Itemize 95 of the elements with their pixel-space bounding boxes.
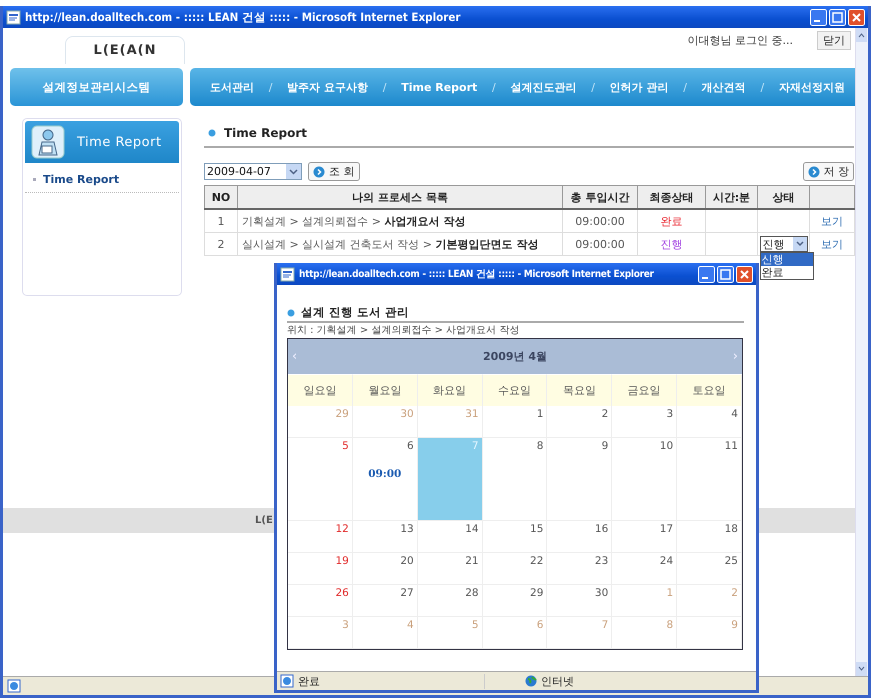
- calendar-day[interactable]: 29: [482, 585, 548, 617]
- table-cell: 1: [204, 209, 238, 232]
- bullet-icon: [208, 129, 216, 137]
- close-icon[interactable]: [736, 266, 753, 282]
- weekday-header: 수요일: [482, 374, 548, 406]
- dropdown-option[interactable]: 신행: [760, 253, 812, 266]
- calendar-day[interactable]: 18: [677, 521, 742, 553]
- page-icon: [6, 10, 21, 24]
- calendar-day[interactable]: 8: [482, 438, 548, 521]
- table-cell: 기획설계 > 설계의뢰접수 > 사업개요서 작성: [242, 214, 466, 228]
- calendar-day[interactable]: 28: [418, 585, 483, 617]
- menu-separator: /: [760, 80, 764, 94]
- calendar-day[interactable]: 20: [352, 553, 418, 585]
- column-header: NO: [204, 186, 238, 209]
- section-title: Time Report: [224, 126, 307, 140]
- weekday-header: 토요일: [677, 374, 742, 406]
- calendar-day[interactable]: 1: [482, 406, 548, 438]
- status-text: 완료: [660, 214, 682, 228]
- calendar-day[interactable]: 4: [677, 406, 742, 438]
- minimize-icon[interactable]: [698, 266, 715, 282]
- bullet-icon: [287, 308, 295, 316]
- event-time: 09:00: [368, 468, 402, 480]
- page-icon: [280, 266, 295, 282]
- calendar-day[interactable]: 5: [288, 438, 353, 521]
- maximize-icon[interactable]: [717, 266, 734, 282]
- system-title: 설계정보관리시스템: [10, 68, 183, 106]
- column-header: 최종상태: [638, 186, 706, 209]
- globe-icon: [525, 675, 537, 687]
- calendar-day[interactable]: 12: [288, 521, 353, 553]
- weekday-header: 월요일: [352, 374, 418, 406]
- calendar-day[interactable]: 16: [547, 521, 612, 553]
- calendar-day[interactable]: 14: [418, 521, 483, 553]
- calendar-day[interactable]: 2: [547, 406, 612, 438]
- weekday-header: 화요일: [418, 374, 483, 406]
- sidebar-title: Time Report: [77, 134, 162, 150]
- column-header: 상태: [758, 186, 810, 209]
- breadcrumb: 위치 : 기획설계 > 설계의뢰접수 > 사업개요서 작성: [287, 321, 744, 337]
- calendar-day[interactable]: 13: [352, 521, 418, 553]
- calendar-day[interactable]: 23: [547, 553, 612, 585]
- table-cell: 09:00:00: [562, 209, 638, 232]
- dropdown-icon: [792, 237, 806, 251]
- logo: L(E(A(N: [65, 36, 185, 64]
- menu-separator: /: [382, 80, 386, 94]
- weekday-header: 목요일: [547, 374, 612, 406]
- scroll-up-icon[interactable]: [856, 28, 867, 42]
- date-select[interactable]: 2009-04-07: [204, 163, 302, 180]
- calendar-day[interactable]: 21: [418, 553, 483, 585]
- window-title: http://lean.doalltech.com - ::::: LEAN 건설 ::::: - Microsoft Internet Explorer: [25, 10, 462, 24]
- section-title: 설계 진행 도서 관리: [301, 305, 410, 320]
- page-icon: [7, 679, 21, 693]
- zone-text: 인터넷: [541, 674, 574, 688]
- status-text: 진행: [660, 238, 682, 250]
- close-button[interactable]: 닫기: [817, 31, 851, 50]
- footer-logo: L(E: [255, 515, 273, 526]
- login-status: 이대형님 로그인 중...: [688, 33, 793, 48]
- minimize-icon[interactable]: [810, 8, 827, 26]
- calendar-day[interactable]: 25: [677, 553, 742, 585]
- weekday-header: 일요일: [288, 374, 353, 406]
- table-cell: 실시설계 > 실시설계 건축도서 작성 > 기본평입단면도 작성: [242, 238, 538, 250]
- scroll-down-icon[interactable]: [856, 662, 867, 676]
- dropdown-icon: [286, 164, 301, 179]
- column-header: 총 투입시간: [562, 186, 638, 209]
- table-cell: 09:00:00: [562, 232, 638, 256]
- status-select[interactable]: 진행: [760, 236, 808, 252]
- status-text: 완료: [298, 674, 320, 688]
- menu-separator: /: [268, 80, 272, 94]
- calendar-day[interactable]: 30: [547, 585, 612, 617]
- dropdown-option[interactable]: 완료: [760, 266, 812, 279]
- column-header: 나의 프로세스 목록: [238, 186, 562, 209]
- save-button[interactable]: 저 장: [802, 162, 854, 181]
- calendar-day[interactable]: 15: [482, 521, 548, 553]
- person-icon: [31, 125, 65, 159]
- close-icon[interactable]: [848, 8, 865, 26]
- calendar-day[interactable]: 26: [288, 585, 353, 617]
- calendar-day[interactable]: 3: [612, 406, 678, 438]
- window-title: http://lean.doalltech.com - ::::: LEAN 건설 ::::: - Microsoft Internet Explorer: [299, 268, 655, 281]
- menu-separator: /: [683, 80, 687, 94]
- page-icon: [280, 674, 294, 688]
- calendar-day[interactable]: 22: [482, 553, 548, 585]
- column-header: 시간:분: [706, 186, 758, 209]
- calendar-day[interactable]: 9: [547, 438, 612, 521]
- calendar-day[interactable]: 10: [612, 438, 678, 521]
- calendar-day[interactable]: 27: [352, 585, 418, 617]
- calendar-day[interactable]: 17: [612, 521, 678, 553]
- weekday-header: 금요일: [612, 374, 678, 406]
- calendar-day[interactable]: 11: [677, 438, 742, 521]
- search-button[interactable]: 조 회: [308, 162, 360, 181]
- calendar-day[interactable]: 24: [612, 553, 678, 585]
- menu-separator: /: [492, 80, 496, 94]
- calendar-day[interactable]: 19: [288, 553, 353, 585]
- table-cell: 2: [204, 232, 238, 256]
- sidebar-item[interactable]: Time Report: [43, 173, 120, 186]
- month-title: 2009년 4월: [482, 349, 548, 364]
- maximize-icon[interactable]: [829, 8, 846, 26]
- menu-separator: /: [591, 80, 595, 94]
